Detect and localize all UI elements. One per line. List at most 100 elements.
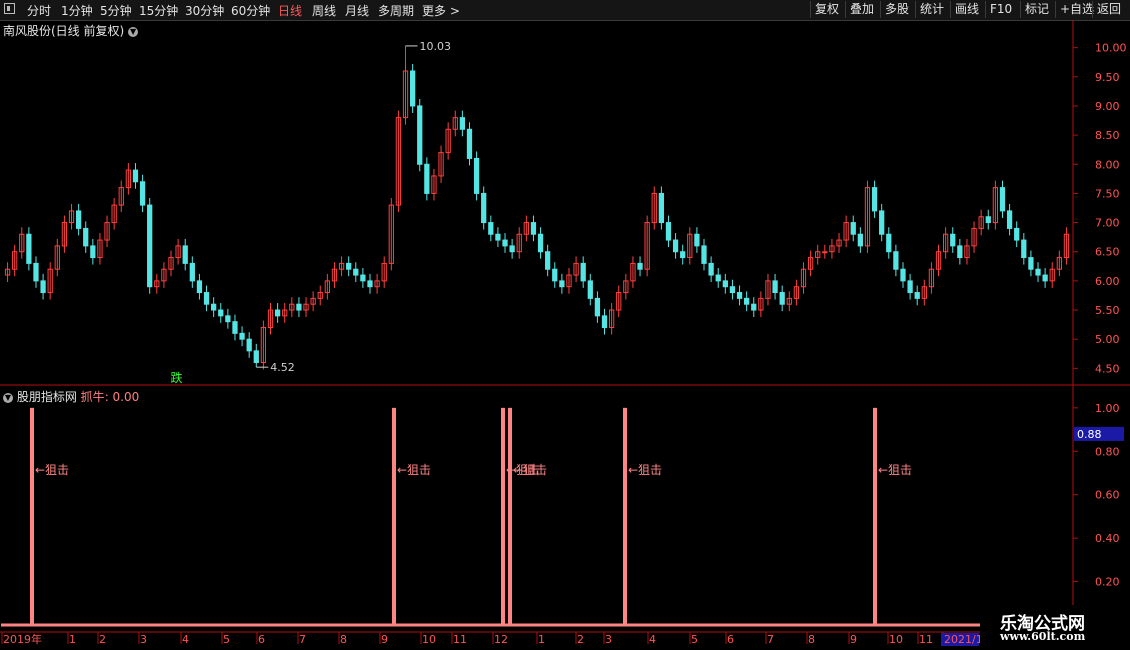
candle-body [132, 169, 139, 183]
y-tick-label: 6.00 [1095, 275, 1120, 288]
x-tick-label: 3 [605, 633, 612, 646]
x-tick-label: 11 [919, 633, 933, 646]
x-tick-label: 2021/1 [944, 633, 983, 646]
candle-body [900, 268, 906, 282]
candle-body [559, 280, 565, 288]
y-tick-label: 7.50 [1095, 187, 1120, 200]
candle-body [680, 251, 686, 259]
x-tick-label: 9 [850, 633, 857, 646]
y-tick-label: 4.50 [1095, 362, 1120, 375]
x-tick-label: 8 [340, 633, 347, 646]
y-tick-label: 7.00 [1095, 217, 1120, 230]
x-tick-label: 7 [299, 633, 306, 646]
candle-body [637, 262, 643, 270]
signal-label: ←狙击 [397, 463, 431, 477]
y-tick-label: 0.60 [1095, 489, 1120, 502]
kline-chart[interactable]: 4.50 5.00 5.50 6.00 6.50 7.00 7.50 8.00 8.50 9.00… [0, 0, 1130, 650]
candle-body [715, 274, 721, 282]
candle-body [147, 204, 153, 288]
candle-body [594, 297, 601, 317]
x-tick-label: 7 [767, 633, 774, 646]
y-tick-label: 0.20 [1095, 576, 1120, 589]
y-tick-label: 0.80 [1095, 445, 1120, 458]
brand-url: www.60lt.com [1000, 630, 1086, 643]
x-tick-label: 4 [649, 633, 656, 646]
candle-body [40, 280, 46, 294]
signal-bar [623, 407, 627, 625]
candle-body [218, 309, 224, 317]
candle-body [857, 233, 863, 247]
candle-body [537, 233, 544, 253]
y-tick-label: 9.00 [1095, 100, 1120, 113]
candle-body [1035, 268, 1041, 276]
candle-body [672, 239, 679, 253]
x-tick-label: 6 [258, 633, 265, 646]
candle-body [957, 245, 963, 259]
candle-body [225, 315, 231, 323]
candle-body [488, 222, 494, 235]
candle-body [907, 280, 913, 294]
candle-body [744, 297, 750, 305]
y-tick-label: 8.00 [1095, 158, 1120, 171]
candle-body [545, 251, 551, 270]
candle-body [253, 350, 259, 364]
candle-body [239, 332, 245, 340]
signal-label: ←狙击 [35, 463, 69, 477]
candle-body [410, 70, 416, 107]
candle-body [1014, 227, 1020, 241]
signal-label: ←狙击 [878, 463, 912, 477]
x-tick-label: 8 [808, 633, 815, 646]
x-tick-label: 2 [99, 633, 106, 646]
candle-body [772, 280, 778, 294]
candle-body [871, 187, 878, 212]
x-tick-label: 2019年 [3, 632, 42, 646]
y-tick-label: 6.50 [1095, 246, 1120, 259]
max-price-label: 10.03 [420, 40, 452, 53]
signal-bar [30, 407, 34, 625]
signal-label: ←狙击 [628, 463, 662, 477]
candle-body [601, 315, 608, 329]
x-tick-label: 9 [381, 633, 388, 646]
candle-body [530, 222, 537, 235]
y-tick-label: 0.40 [1095, 532, 1120, 545]
x-tick-label: 4 [182, 633, 189, 646]
y-tick-label: 5.50 [1095, 304, 1120, 317]
x-tick-label: 10 [889, 633, 903, 646]
candle-body [1042, 274, 1048, 282]
candle-body [367, 280, 373, 288]
candle-body [182, 245, 188, 264]
candle-body [189, 262, 195, 282]
signal-bar [392, 407, 396, 625]
signal-bar [873, 407, 877, 625]
candle-body [822, 251, 828, 254]
x-tick-label: 1 [69, 633, 76, 646]
candle-body [83, 227, 89, 247]
candle-body [1021, 239, 1027, 259]
candle-body [886, 233, 892, 253]
x-tick-label: 6 [727, 633, 734, 646]
candle-body [33, 262, 39, 282]
candle-body [722, 280, 728, 288]
candle-body [1028, 257, 1034, 270]
y-tick-label: 10.00 [1095, 42, 1127, 55]
candle-body [90, 245, 96, 259]
candle-body [495, 233, 501, 241]
candle-body [658, 192, 664, 224]
y-tick-label: 9.50 [1095, 71, 1120, 84]
y-tick-label: 8.50 [1095, 129, 1120, 142]
candle-body [694, 233, 700, 247]
min-price-label: 4.52 [270, 361, 295, 374]
signal-bar [508, 407, 512, 625]
candle-body [552, 268, 558, 282]
x-tick-label: 11 [453, 633, 467, 646]
candle-body [665, 222, 672, 241]
candle-body [360, 274, 366, 282]
x-tick-label: 12 [494, 633, 508, 646]
down-signal-label: 跌 [171, 370, 183, 385]
candle-body [203, 292, 210, 305]
candle-body [580, 262, 586, 282]
candle-body [779, 292, 785, 305]
candle-body [139, 181, 146, 206]
candle-body [274, 309, 281, 317]
candle-body [232, 321, 238, 334]
